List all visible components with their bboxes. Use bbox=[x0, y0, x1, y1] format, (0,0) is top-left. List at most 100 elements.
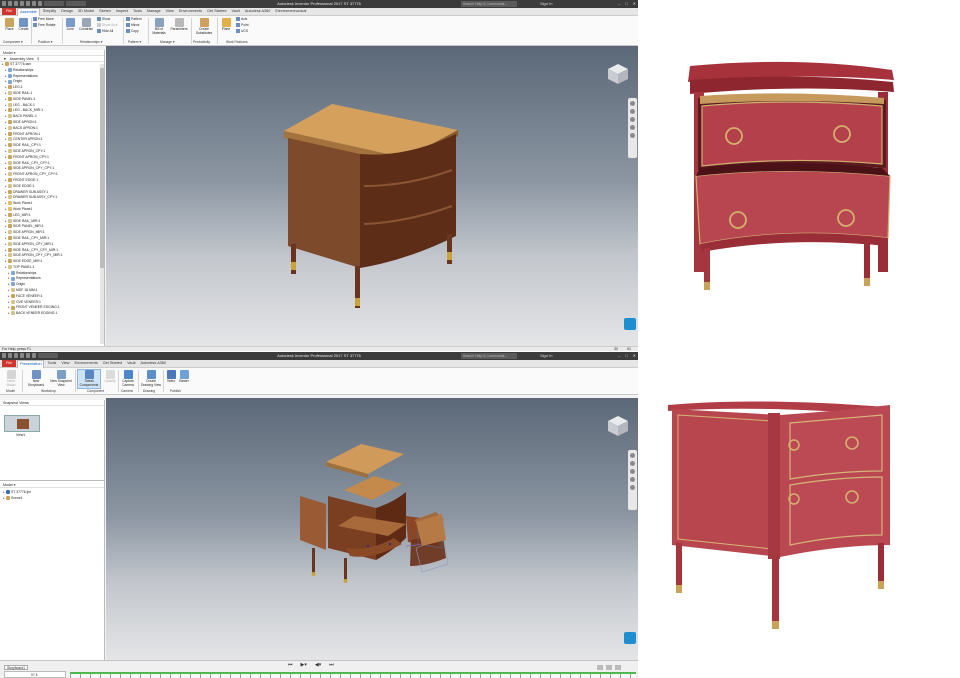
group-position[interactable]: Position ▾ bbox=[38, 40, 52, 44]
tab-file[interactable]: File bbox=[2, 360, 17, 367]
free-rotate-button[interactable]: Free Rotate bbox=[33, 23, 55, 28]
steering-wheel-icon[interactable] bbox=[624, 632, 636, 644]
ribbon-tabs: File Assemble Simplify Design 3D Model Sketch… bbox=[0, 7, 638, 16]
sign-in-link[interactable]: Sign In bbox=[540, 352, 552, 360]
hide-all-button[interactable]: Hide All bbox=[97, 29, 113, 34]
tab-autodesk-a360[interactable]: Autodesk A360 bbox=[139, 360, 169, 367]
sign-in-link[interactable]: Sign In bbox=[540, 0, 552, 8]
plane-button[interactable]: Plane bbox=[219, 18, 233, 32]
mirror-button[interactable]: Mirror bbox=[126, 23, 140, 28]
raster-button[interactable]: Raster bbox=[178, 370, 190, 384]
new-snapshot-view-button[interactable]: New Snapshot View bbox=[49, 370, 73, 388]
navigation-bar[interactable] bbox=[628, 450, 637, 510]
graphics-viewport[interactable] bbox=[106, 398, 638, 660]
tree-item[interactable]: ▸ BACK VENEER EDGING:1 bbox=[2, 311, 104, 317]
snapshot-thumbnail[interactable] bbox=[4, 415, 40, 432]
assembly-view-dropdown[interactable]: Assembly View bbox=[10, 56, 34, 61]
play-icon[interactable]: ▶▾ bbox=[301, 662, 307, 668]
group-pattern[interactable]: Pattern ▾ bbox=[128, 40, 141, 44]
point-button[interactable]: Point bbox=[236, 23, 249, 28]
parameters-button[interactable]: Parameters bbox=[169, 18, 189, 32]
component-icon bbox=[8, 131, 12, 136]
graphics-viewport[interactable] bbox=[106, 46, 638, 346]
create-drawing-view-button[interactable]: Create Drawing View bbox=[140, 370, 162, 388]
steering-wheel-icon[interactable] bbox=[624, 318, 636, 330]
timeline-time-field[interactable]: 07.5 bbox=[4, 671, 66, 678]
tab-autodesk-a360[interactable]: Autodesk A360 bbox=[243, 8, 273, 15]
free-move-button[interactable]: Free Move bbox=[33, 17, 54, 22]
zoom-out-icon[interactable] bbox=[615, 665, 621, 670]
close-icon[interactable]: ✕ bbox=[633, 352, 636, 360]
tree-item-label: SIDE PANEL:1 bbox=[13, 96, 36, 101]
browser-scrollbar[interactable] bbox=[100, 64, 104, 344]
tab-sketch[interactable]: Sketch bbox=[97, 8, 113, 15]
window-controls[interactable]: – □ ✕ bbox=[618, 352, 636, 360]
capture-camera-button[interactable]: Capture Camera bbox=[120, 370, 136, 388]
tab-assemble[interactable]: Assemble bbox=[17, 7, 40, 16]
close-icon[interactable]: ✕ bbox=[633, 0, 636, 8]
place-button[interactable]: Place bbox=[3, 18, 16, 32]
tab-view[interactable]: View bbox=[164, 8, 176, 15]
view-cube[interactable] bbox=[606, 414, 630, 438]
tab-file[interactable]: File bbox=[2, 8, 17, 15]
group-component[interactable]: Component ▾ bbox=[3, 40, 23, 44]
view-cube[interactable] bbox=[606, 62, 630, 86]
opacity-button[interactable]: Opacity bbox=[103, 370, 117, 384]
tab-view[interactable]: View bbox=[59, 360, 71, 367]
tree-item-scene[interactable]: ▸ Scene1 bbox=[3, 496, 23, 502]
copy-button[interactable]: Copy bbox=[126, 29, 139, 34]
tab-environments[interactable]: Environments bbox=[177, 8, 204, 15]
search-input[interactable]: Search Help & Commands... bbox=[461, 1, 517, 7]
window-controls[interactable]: – □ ✕ bbox=[618, 0, 636, 8]
constrain-button[interactable]: Constrain bbox=[77, 18, 95, 32]
search-input[interactable]: Search Help & Commands... bbox=[461, 353, 517, 359]
joint-button[interactable]: Joint bbox=[64, 18, 76, 32]
navigation-bar[interactable] bbox=[628, 98, 637, 158]
tab-tools[interactable]: Tools bbox=[45, 360, 58, 367]
video-button[interactable]: Video bbox=[165, 370, 177, 384]
binoculars-icon[interactable]: ⚲ bbox=[37, 56, 40, 61]
tab-design[interactable]: Design bbox=[59, 8, 75, 15]
show-sick-button[interactable]: Show Sick bbox=[97, 23, 117, 28]
bill-of-materials-button[interactable]: Bill of Materials bbox=[150, 18, 168, 36]
tab-presentation[interactable]: Presentation bbox=[17, 359, 45, 368]
zoom-in-icon[interactable] bbox=[597, 665, 603, 670]
tab-vault[interactable]: Vault bbox=[125, 360, 137, 367]
group-relationships[interactable]: Relationships ▾ bbox=[80, 40, 102, 44]
tab-environments[interactable]: Environments bbox=[73, 360, 100, 367]
fit-icon[interactable] bbox=[606, 665, 612, 670]
tab-inspect[interactable]: Inspect bbox=[114, 8, 130, 15]
tab-get-started[interactable]: Get Started bbox=[101, 360, 124, 367]
tab-get-started[interactable]: Get Started bbox=[205, 8, 228, 15]
tab-3d-model[interactable]: 3D Model bbox=[76, 8, 96, 15]
create-button[interactable]: Create bbox=[17, 18, 30, 32]
tab-vault[interactable]: Vault bbox=[229, 8, 241, 15]
new-storyboard-button[interactable]: New Storyboard bbox=[25, 370, 47, 388]
maximize-icon[interactable]: □ bbox=[625, 0, 627, 8]
show-button[interactable]: Show bbox=[97, 17, 110, 22]
tweak-components-button[interactable]: Tweak Components bbox=[77, 369, 101, 389]
create-substitutes-button[interactable]: Create Substitutes bbox=[193, 18, 215, 36]
play-reverse-icon[interactable]: ◀▾ bbox=[315, 662, 321, 668]
timeline-zoom-controls[interactable] bbox=[597, 665, 621, 670]
filter-icon[interactable]: ▼ bbox=[3, 56, 7, 61]
tree-item-ipn[interactable]: ▸ ST 37776.ipn bbox=[3, 490, 31, 496]
end-icon[interactable]: ⏭ bbox=[329, 662, 334, 668]
insert-model-button[interactable]: Insert Model bbox=[2, 370, 20, 388]
ucs-button[interactable]: UCS bbox=[236, 29, 248, 34]
tab-simplify[interactable]: Simplify bbox=[41, 8, 58, 15]
playback-controls[interactable]: ⏮ ▶▾ ◀▾ ⏭ bbox=[288, 662, 334, 668]
timeline-ruler[interactable] bbox=[70, 672, 636, 678]
tab-manage[interactable]: Manage bbox=[145, 8, 163, 15]
pattern-button[interactable]: Pattern bbox=[126, 17, 142, 22]
maximize-icon[interactable]: □ bbox=[625, 352, 627, 360]
axis-button[interactable]: Axis bbox=[236, 17, 247, 22]
model-browser-header[interactable]: Model ▾ bbox=[0, 482, 104, 488]
tab-tools[interactable]: Tools bbox=[131, 8, 144, 15]
group-manage[interactable]: Manage ▾ bbox=[160, 40, 175, 44]
rewind-icon[interactable]: ⏮ bbox=[288, 662, 293, 668]
minimize-icon[interactable]: – bbox=[618, 0, 620, 8]
tab-electromechanical[interactable]: Electromechanical bbox=[273, 8, 308, 15]
storyboard-tab[interactable]: Storyboard1 bbox=[4, 665, 28, 670]
minimize-icon[interactable]: – bbox=[618, 352, 620, 360]
